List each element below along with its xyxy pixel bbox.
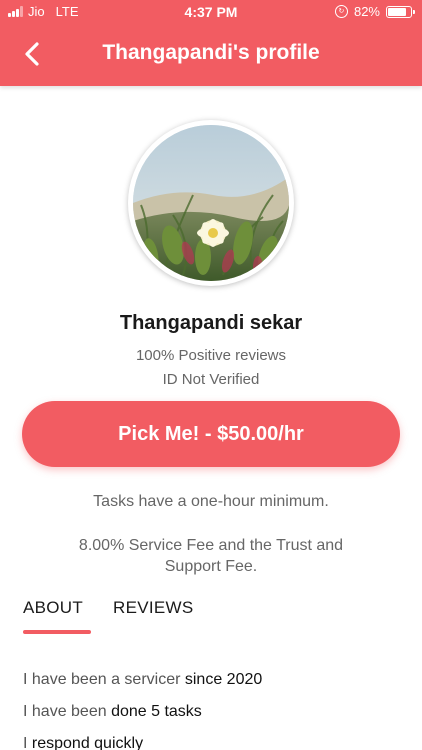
id-status: ID Not Verified — [162, 371, 260, 388]
battery-percent: 82% — [353, 4, 380, 19]
about-tasks-value: done 5 tasks — [111, 703, 202, 720]
about-response: I respond quickly — [23, 735, 143, 750]
about-since-prefix: I have been a servicer — [23, 671, 185, 688]
about-since-value: since 2020 — [184, 671, 263, 688]
tab-about[interactable]: ABOUT — [23, 598, 83, 618]
about-response-prefix: I — [23, 735, 32, 750]
about-response-value: respond quickly — [31, 735, 144, 750]
status-right: ↻ 82% — [334, 4, 415, 19]
profile-name: Thangapandi sekar — [119, 312, 303, 334]
chevron-left-icon — [25, 42, 39, 66]
back-button[interactable] — [14, 36, 50, 72]
avatar — [128, 120, 294, 286]
avatar-photo — [133, 125, 289, 281]
fee-note-line1: 8.00% Service Fee and the Trust and — [78, 537, 344, 554]
active-tab-indicator — [23, 630, 91, 634]
pick-me-button[interactable]: Pick Me! - $50.00/hr — [22, 401, 400, 467]
tab-reviews[interactable]: REVIEWS — [113, 598, 194, 618]
app-header: Jio LTE 4:37 PM ↻ 82% Thangapandi's prof… — [0, 0, 422, 86]
reviews-summary: 100% Positive reviews — [135, 347, 287, 364]
rotation-lock-icon: ↻ — [334, 5, 348, 18]
battery-icon — [386, 5, 415, 18]
about-since: I have been a servicer since 2020 — [23, 671, 262, 689]
page-title: Thangapandi's profile — [102, 41, 320, 64]
about-tasks-prefix: I have been — [23, 703, 112, 720]
about-tasks: I have been done 5 tasks — [23, 703, 202, 721]
battery-fill — [388, 7, 407, 16]
status-bar: Jio LTE 4:37 PM ↻ 82% — [0, 0, 422, 24]
minimum-note: Tasks have a one-hour minimum. — [93, 493, 329, 510]
fee-note-line2: Support Fee. — [164, 558, 258, 575]
